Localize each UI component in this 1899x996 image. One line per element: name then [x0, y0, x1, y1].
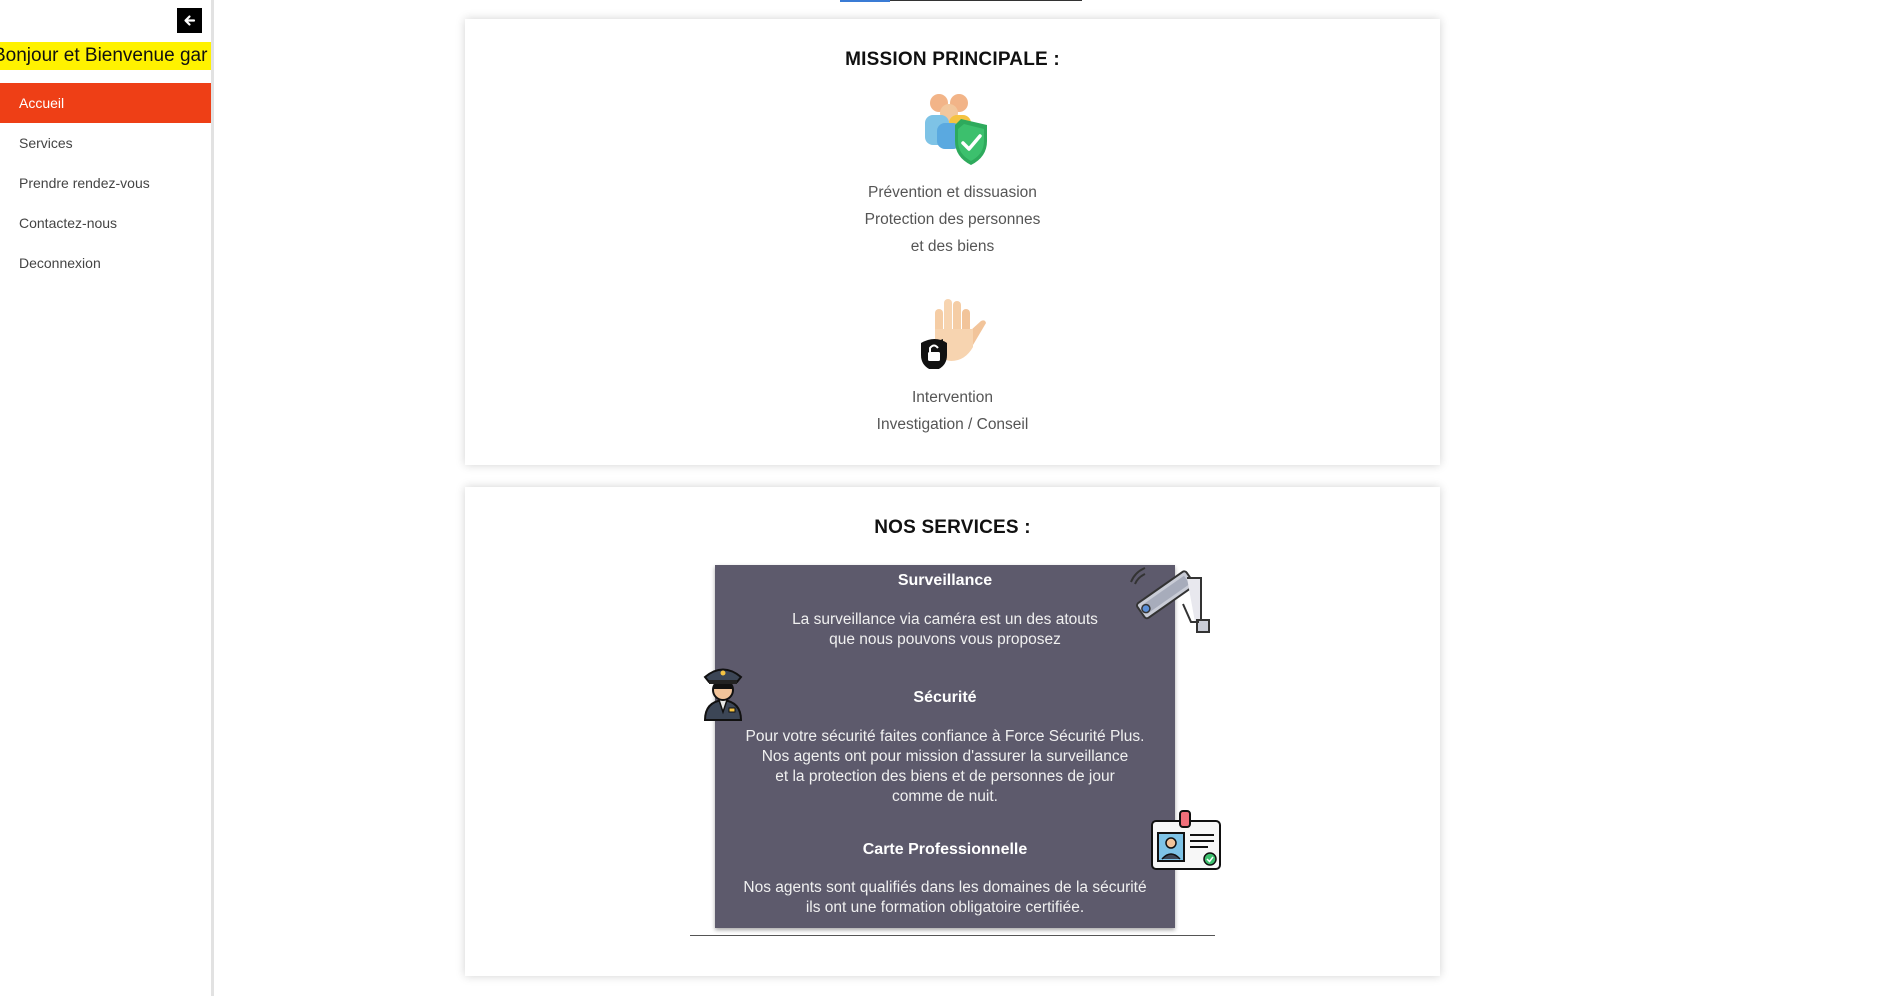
top-divider	[840, 0, 1082, 2]
mission-line: Intervention	[912, 389, 993, 406]
services-title: NOS SERVICES :	[874, 517, 1031, 538]
service-line: Pour votre sécurité faites confiance à F…	[745, 728, 1145, 745]
sidebar-item-contact[interactable]: Contactez-nous	[0, 203, 211, 243]
service-title-carte: Carte Professionnelle	[862, 841, 1028, 858]
mission-line: Prévention et dissuasion	[868, 184, 1037, 201]
service-text-securite: Pour votre sécurité faites confiance à F…	[715, 727, 1175, 807]
service-title-securite: Sécurité	[913, 689, 977, 706]
sidebar-item-services[interactable]: Services	[0, 123, 211, 163]
service-line: ils ont une formation obligatoire certif…	[805, 899, 1085, 916]
service-line: et la protection des biens et de personn…	[775, 768, 1115, 785]
mission-line: Investigation / Conseil	[876, 416, 1029, 433]
security-guard-icon	[703, 668, 743, 721]
sidebar-item-accueil[interactable]: Accueil	[0, 83, 211, 123]
welcome-text: Bonjour et Bienvenue gar	[0, 45, 208, 66]
services-card: NOS SERVICES : Surveillance La surveilla…	[465, 487, 1440, 976]
hand-lock-icon	[921, 299, 986, 369]
collapse-sidebar-button[interactable]	[177, 8, 202, 33]
sidebar: Bonjour et Bienvenue gar Accueil Service…	[0, 0, 214, 996]
people-shield-icon	[925, 94, 987, 165]
welcome-banner: Bonjour et Bienvenue gar	[0, 42, 211, 70]
arrow-left-icon	[184, 15, 196, 26]
cctv-camera-icon	[1130, 567, 1210, 633]
sidebar-nav: Accueil Services Prendre rendez-vous Con…	[0, 83, 211, 283]
service-line: Nos agents sont qualifiés dans les domai…	[743, 879, 1147, 896]
sidebar-item-rendez-vous[interactable]: Prendre rendez-vous	[0, 163, 211, 203]
mission-line: et des biens	[910, 238, 995, 255]
service-text-carte: Nos agents sont qualifiés dans les domai…	[715, 878, 1175, 918]
service-line: Nos agents ont pour mission d'assurer la…	[761, 748, 1129, 765]
service-line: que nous pouvons vous proposez	[829, 631, 1061, 648]
mission-line: Protection des personnes	[864, 211, 1041, 228]
service-line: La surveillance via caméra est un des at…	[792, 611, 1098, 628]
mission-card: MISSION PRINCIPALE : Prévention et dissu…	[465, 19, 1440, 465]
mission-text-block1: Prévention et dissuasion Protection des …	[465, 179, 1440, 260]
sidebar-item-deconnexion[interactable]: Deconnexion	[0, 243, 211, 283]
service-title-surveillance: Surveillance	[897, 572, 993, 589]
service-text-surveillance: La surveillance via caméra est un des at…	[715, 610, 1175, 650]
mission-title: MISSION PRINCIPALE :	[845, 49, 1060, 70]
id-card-icon	[1151, 810, 1221, 870]
mission-text-block2: Intervention Investigation / Conseil	[465, 384, 1440, 438]
service-line: comme de nuit.	[892, 788, 998, 805]
services-bottom-divider	[690, 935, 1215, 936]
services-panel: Surveillance La surveillance via caméra …	[715, 565, 1175, 928]
